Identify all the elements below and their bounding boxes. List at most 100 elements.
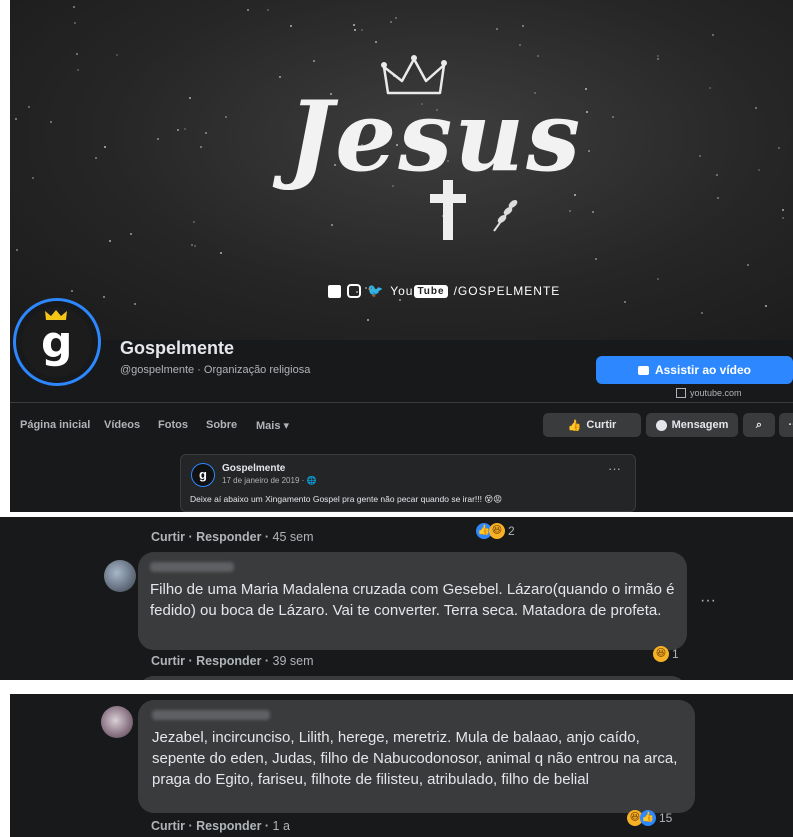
- reply-link[interactable]: Responder: [196, 654, 261, 668]
- star: [104, 146, 106, 148]
- facebook-icon: [328, 284, 341, 298]
- comment-options-icon[interactable]: ···: [700, 592, 716, 610]
- avatar-letter: g: [41, 317, 73, 368]
- star: [758, 169, 760, 171]
- star: [782, 217, 784, 219]
- star: [701, 312, 703, 314]
- haha-reaction-icon: 😆: [653, 646, 669, 662]
- star: [247, 9, 249, 11]
- star: [220, 252, 222, 254]
- page-subtitle: @gospelmente · Organização religiosa: [120, 364, 311, 376]
- cover-social-row: 🐦 You Tube /GOSPELMENTE: [328, 283, 560, 299]
- commenter-name-blurred[interactable]: [150, 562, 234, 572]
- tab-more[interactable]: Mais ▾: [256, 419, 289, 432]
- star: [77, 69, 79, 71]
- comment-actions-second: Curtir · Responder · 1 a: [151, 819, 290, 833]
- reaction-summary-top[interactable]: 👍 😆 2: [476, 522, 515, 540]
- cta-external-link[interactable]: youtube.com: [676, 388, 742, 398]
- star: [624, 301, 626, 303]
- tab-about[interactable]: Sobre: [206, 419, 237, 431]
- more-options-button[interactable]: ···: [779, 413, 793, 437]
- youtube-icon: You Tube: [390, 284, 448, 298]
- tab-home[interactable]: Página inicial: [20, 419, 90, 431]
- external-link-icon: [676, 388, 686, 398]
- star: [699, 155, 701, 157]
- star: [189, 97, 191, 99]
- twitter-icon: 🐦: [367, 283, 385, 298]
- watch-video-button[interactable]: Assistir ao vídeo: [596, 356, 793, 384]
- message-button[interactable]: Mensagem: [646, 413, 738, 437]
- star: [225, 116, 227, 118]
- comment-actions-first: Curtir · Responder · 39 sem: [151, 654, 314, 668]
- comment-time[interactable]: 1 a: [273, 819, 290, 833]
- tab-photos[interactable]: Fotos: [158, 419, 188, 431]
- globe-icon: 🌐: [306, 476, 317, 485]
- star: [496, 28, 498, 30]
- cross-icon: [430, 180, 466, 240]
- tab-videos[interactable]: Vídeos: [104, 419, 140, 431]
- star: [353, 24, 355, 26]
- star: [73, 6, 75, 8]
- haha-reaction-icon: 😆: [489, 523, 505, 539]
- star: [747, 264, 749, 266]
- star: [16, 249, 18, 251]
- like-link[interactable]: Curtir: [151, 819, 185, 833]
- reaction-summary-first[interactable]: 😆 1: [653, 645, 679, 663]
- reply-link[interactable]: Responder: [196, 530, 261, 544]
- star: [177, 129, 179, 131]
- comment-bubble: Jezabel, incircunciso, Lilith, herege, m…: [138, 700, 695, 813]
- commenter-avatar[interactable]: [101, 706, 133, 738]
- star: [519, 44, 521, 46]
- star: [15, 118, 17, 120]
- reply-link[interactable]: Responder: [196, 819, 261, 833]
- comment-text: Jezabel, incircunciso, Lilith, herege, m…: [152, 729, 678, 788]
- messenger-icon: [655, 419, 667, 431]
- star: [367, 319, 369, 321]
- cover-photo: Jesus 🐦 You Tube /GOSPELMENTE: [10, 0, 793, 340]
- post-author[interactable]: Gospelmente: [222, 463, 285, 474]
- star: [595, 258, 597, 260]
- star: [32, 177, 34, 179]
- star: [755, 107, 757, 109]
- instagram-icon: [347, 284, 361, 298]
- post-card: g Gospelmente 17 de janeiro de 2019 · 🌐 …: [180, 454, 636, 512]
- star: [782, 209, 784, 211]
- star: [191, 244, 193, 246]
- thumbs-up-icon: 👍: [567, 419, 582, 432]
- page-title[interactable]: Gospelmente: [120, 338, 234, 359]
- next-comment-bubble-edge: [138, 676, 687, 680]
- star: [361, 29, 363, 31]
- post-avatar[interactable]: g: [191, 463, 215, 487]
- page-avatar[interactable]: g: [13, 298, 101, 386]
- video-icon: [637, 365, 649, 375]
- profile-screenshot: Jesus 🐦 You Tube /GOSPELMENTE g Gospelme…: [10, 0, 793, 512]
- star: [193, 221, 195, 223]
- comment-bubble: Filho de uma Maria Madalena cruzada com …: [138, 552, 687, 650]
- star: [267, 9, 269, 11]
- star: [537, 55, 539, 57]
- search-icon: ⌕: [755, 418, 763, 431]
- like-page-button[interactable]: 👍 Curtir: [543, 413, 641, 437]
- star: [657, 58, 659, 60]
- star: [765, 305, 767, 307]
- post-options-icon[interactable]: ···: [608, 461, 621, 476]
- star: [574, 194, 576, 196]
- like-link[interactable]: Curtir: [151, 530, 185, 544]
- comment-text: Filho de uma Maria Madalena cruzada com …: [150, 581, 675, 619]
- reaction-summary-second[interactable]: 😆 👍 15: [627, 809, 672, 827]
- commenter-avatar[interactable]: [104, 560, 136, 592]
- star: [116, 54, 118, 56]
- star: [390, 21, 392, 23]
- like-link[interactable]: Curtir: [151, 654, 185, 668]
- star: [103, 296, 105, 298]
- star: [569, 210, 571, 212]
- star: [717, 197, 719, 199]
- post-date[interactable]: 17 de janeiro de 2019 · 🌐: [222, 476, 316, 485]
- star: [194, 245, 196, 247]
- comment-time[interactable]: 45 sem: [273, 530, 314, 544]
- star: [592, 211, 594, 213]
- search-button[interactable]: ⌕: [743, 413, 775, 437]
- comment-time[interactable]: 39 sem: [273, 654, 314, 668]
- commenter-name-blurred[interactable]: [152, 710, 270, 720]
- star: [95, 157, 97, 159]
